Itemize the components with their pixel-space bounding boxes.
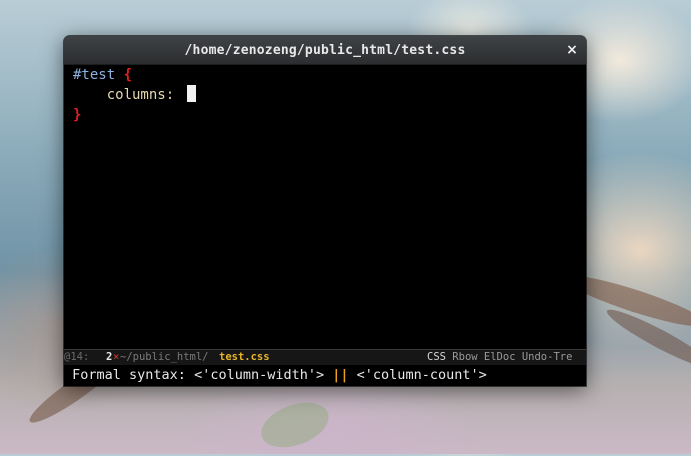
syntax-value-b: <'column-count'> [356,367,487,383]
buffer-directory: ~/public_html/ [120,351,209,363]
close-button[interactable]: × [558,36,586,64]
window-title: /home/zenozeng/public_html/test.css [184,42,466,58]
css-selector: #test [73,67,116,83]
mode-line: @14: 2 × ~/public_html/ test.css CSS Rbo… [64,349,586,365]
css-property: columns: [106,87,175,103]
code-line-2: columns: [73,85,196,105]
syntax-separator: || [332,367,349,383]
modified-indicator: × [113,351,120,363]
background-stem [255,394,335,456]
minor-modes: Rbow ElDoc Undo-Tre [452,351,573,363]
terminal-window: /home/zenozeng/public_html/test.css × #t… [64,36,586,386]
echo-area: Formal syntax: <'column-width'> || <'col… [64,365,586,386]
major-mode: CSS [427,351,446,363]
cursor-position: @14: [64,351,90,363]
close-brace: } [73,107,82,123]
code-line-3: } [73,105,81,125]
code-line-1: #test { [73,65,132,85]
mode-list: CSS Rbow ElDoc Undo-Tre [427,350,572,364]
title-bar[interactable]: /home/zenozeng/public_html/test.css × [64,36,586,65]
open-brace: { [123,67,133,83]
syntax-value-a: <'column-width'> [194,367,325,383]
window-number: 2 [106,351,113,363]
syntax-label: Formal syntax: [72,367,186,383]
buffer-filename: test.css [219,351,270,363]
editor-buffer[interactable]: #test { columns: } [64,65,586,349]
text-cursor [186,85,196,102]
